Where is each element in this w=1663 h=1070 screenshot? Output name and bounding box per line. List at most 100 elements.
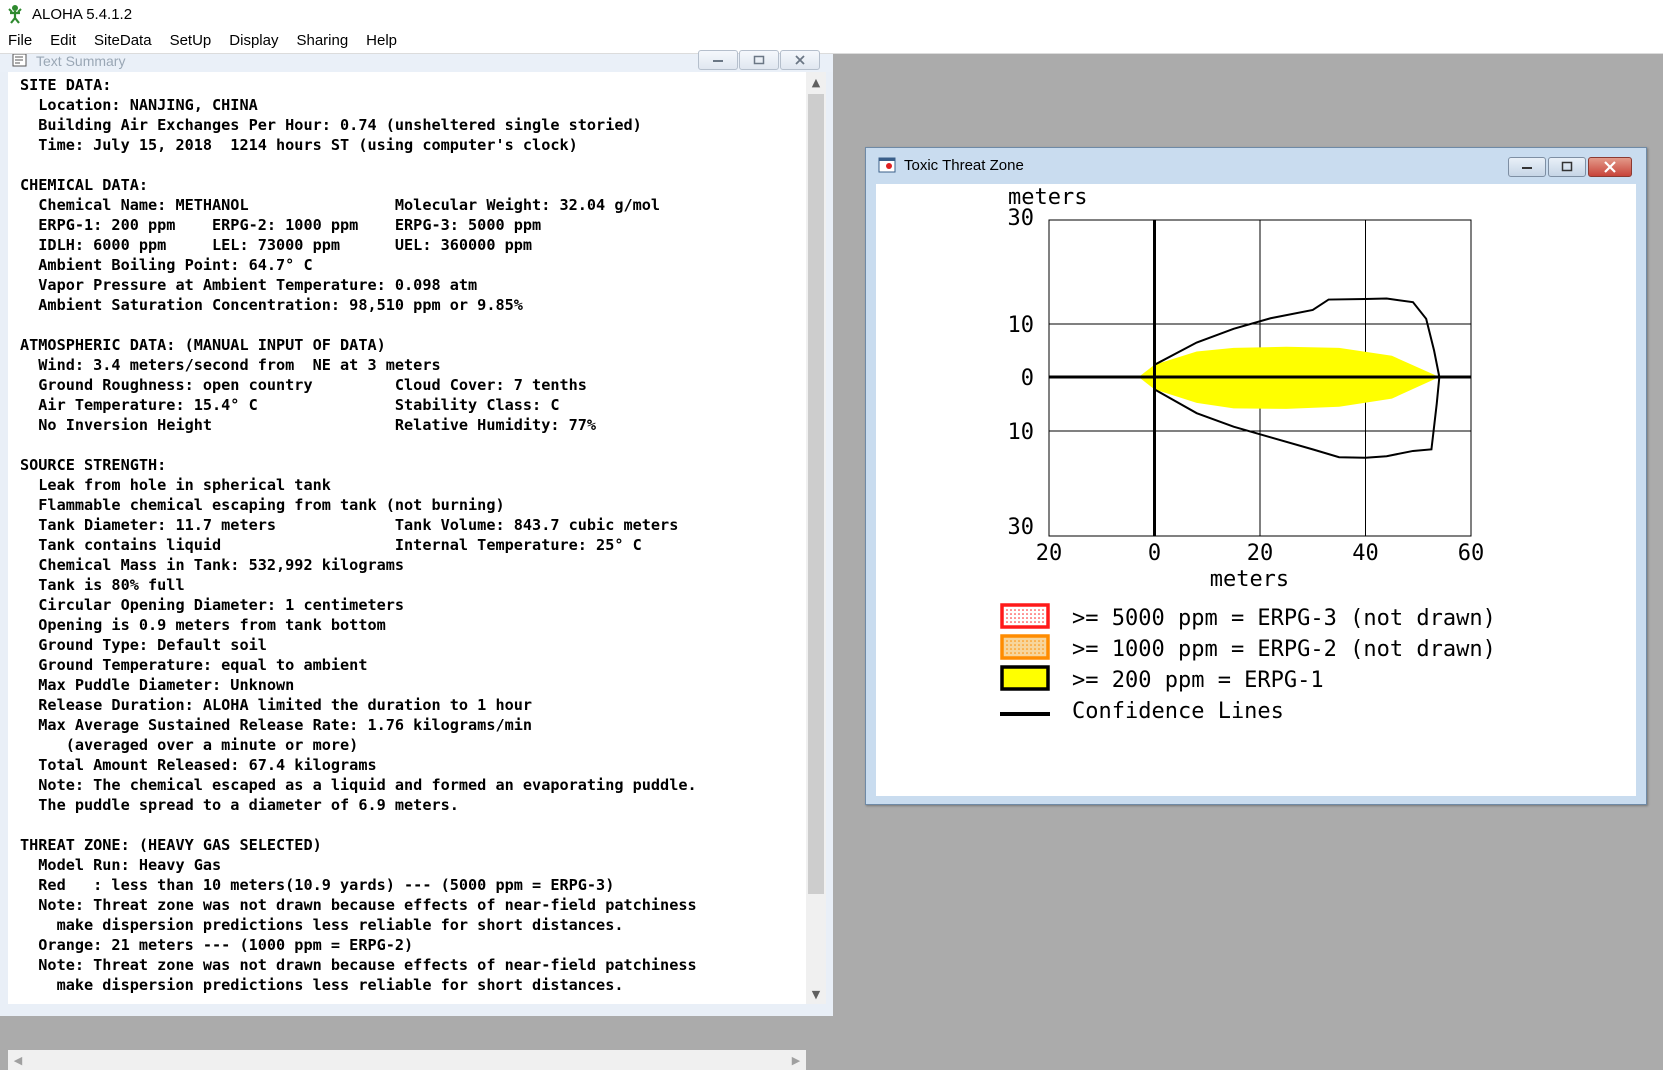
threat-close-button[interactable] bbox=[1588, 157, 1632, 177]
maximize-icon bbox=[753, 55, 765, 65]
legend-swatch-dot bbox=[1030, 648, 1032, 650]
scroll-down-arrow-icon[interactable]: ▼ bbox=[806, 984, 826, 1004]
y-tick-label: 10 bbox=[1008, 420, 1035, 445]
y-tick-label: 30 bbox=[1008, 206, 1035, 231]
legend-swatch-dot bbox=[1034, 648, 1036, 650]
scroll-thumb[interactable] bbox=[808, 94, 824, 894]
minimize-icon bbox=[1522, 167, 1532, 169]
text-summary-titlebar[interactable]: Text Summary bbox=[0, 50, 833, 72]
legend-swatch-dot bbox=[1030, 640, 1032, 642]
close-button[interactable] bbox=[780, 50, 820, 70]
threat-zone-plot-area: meters 30 10 0 10 30 20 0 20 40 60 meters >= 5000 pp… bbox=[876, 184, 1636, 796]
menubar: File Edit SiteData SetUp Display Sharing… bbox=[0, 28, 1663, 54]
legend-swatch-dot bbox=[1038, 621, 1040, 623]
threat-minimize-button[interactable] bbox=[1508, 157, 1546, 177]
legend-swatch-dot bbox=[1038, 609, 1040, 611]
minimize-button[interactable] bbox=[698, 50, 738, 70]
legend-swatch-dot bbox=[1030, 613, 1032, 615]
x-tick-label: 20 bbox=[1036, 541, 1063, 566]
legend-swatch-dot bbox=[1030, 609, 1032, 611]
legend-swatch-dot bbox=[1042, 644, 1044, 646]
legend-swatch-dot bbox=[1042, 652, 1044, 654]
legend-swatch-dot bbox=[1026, 644, 1028, 646]
legend-swatch-dot bbox=[1034, 644, 1036, 646]
menu-file[interactable]: File bbox=[0, 29, 41, 53]
legend-swatch-dot bbox=[1034, 652, 1036, 654]
x-tick-label: 20 bbox=[1247, 541, 1274, 566]
legend-swatch-dot bbox=[1022, 617, 1024, 619]
x-tick-label: 0 bbox=[1148, 541, 1161, 566]
legend-swatch-dot bbox=[1018, 609, 1020, 611]
legend-swatch-dot bbox=[1022, 609, 1024, 611]
vertical-scrollbar[interactable]: ▲ ▼ bbox=[806, 72, 826, 1004]
legend-swatch-dot bbox=[1030, 621, 1032, 623]
legend-swatch-dot bbox=[1022, 640, 1024, 642]
menu-display[interactable]: Display bbox=[220, 29, 287, 53]
legend-swatch-dot bbox=[1038, 644, 1040, 646]
legend-swatch-dot bbox=[1014, 621, 1016, 623]
horizontal-scrollbar[interactable]: ◀ ▶ bbox=[8, 1050, 806, 1070]
text-summary-window: Text Summary SITE DATA: Location: NANJIN… bbox=[0, 50, 833, 1070]
menu-edit[interactable]: Edit bbox=[41, 29, 85, 53]
threat-maximize-button[interactable] bbox=[1548, 157, 1586, 177]
legend-swatch-dot bbox=[1018, 652, 1020, 654]
legend-swatch-dot bbox=[1026, 617, 1028, 619]
menu-setup[interactable]: SetUp bbox=[161, 29, 221, 53]
legend-swatch-dot bbox=[1026, 640, 1028, 642]
legend-swatch-dot bbox=[1006, 652, 1008, 654]
legend-swatch-dot bbox=[1010, 640, 1012, 642]
scroll-up-arrow-icon[interactable]: ▲ bbox=[806, 72, 826, 92]
legend-swatch-dot bbox=[1042, 648, 1044, 650]
legend-swatch-dot bbox=[1018, 640, 1020, 642]
close-icon bbox=[1604, 161, 1616, 173]
legend-label: >= 5000 ppm = ERPG-3 (not drawn) bbox=[1072, 606, 1496, 631]
maximize-icon bbox=[1561, 161, 1573, 172]
summary-text: SITE DATA: Location: NANJING, CHINA Buil… bbox=[20, 76, 697, 994]
y-tick-label: 10 bbox=[1008, 313, 1035, 338]
close-icon bbox=[795, 55, 805, 65]
legend-swatch-dot bbox=[1006, 640, 1008, 642]
legend-swatch-dot bbox=[1034, 621, 1036, 623]
legend-swatch-dot bbox=[1030, 617, 1032, 619]
text-summary-content[interactable]: SITE DATA: Location: NANJING, CHINA Buil… bbox=[8, 72, 806, 1004]
legend-swatch-dot bbox=[1010, 621, 1012, 623]
menu-sitedata[interactable]: SiteData bbox=[85, 29, 161, 53]
minimize-icon bbox=[713, 60, 723, 62]
legend-swatch-dot bbox=[1022, 613, 1024, 615]
legend-swatch-dot bbox=[1018, 617, 1020, 619]
legend-swatch-dot bbox=[1026, 613, 1028, 615]
legend-swatch-dot bbox=[1042, 621, 1044, 623]
legend-swatch-dot bbox=[1026, 621, 1028, 623]
legend-swatch-dot bbox=[1034, 617, 1036, 619]
threat-zone-icon bbox=[878, 157, 896, 173]
aloha-app-icon bbox=[4, 3, 26, 25]
x-tick-label: 60 bbox=[1458, 541, 1485, 566]
legend-swatch-dot bbox=[1010, 617, 1012, 619]
legend-swatch bbox=[1000, 603, 1050, 629]
maximize-button[interactable] bbox=[739, 50, 779, 70]
legend-swatch-dot bbox=[1014, 640, 1016, 642]
legend-swatch-dot bbox=[1018, 621, 1020, 623]
legend-swatch-dot bbox=[1006, 621, 1008, 623]
threat-zone-window: Toxic Threat Zone meters 30 10 0 10 30 20 0 20 40… bbox=[865, 147, 1647, 805]
legend-swatch-dot bbox=[1018, 648, 1020, 650]
legend-swatch-dot bbox=[1010, 652, 1012, 654]
legend-swatch-dot bbox=[1010, 644, 1012, 646]
legend-swatch-dot bbox=[1010, 613, 1012, 615]
legend-swatch-dot bbox=[1014, 644, 1016, 646]
legend-swatch-dot bbox=[1026, 609, 1028, 611]
scroll-right-arrow-icon[interactable]: ▶ bbox=[786, 1050, 806, 1070]
legend-swatch-dot bbox=[1010, 609, 1012, 611]
legend-swatch-dot bbox=[1014, 652, 1016, 654]
legend-swatch-dot bbox=[1042, 609, 1044, 611]
legend-swatch-dot bbox=[1038, 652, 1040, 654]
y-tick-label: 0 bbox=[1021, 366, 1034, 391]
menu-sharing[interactable]: Sharing bbox=[287, 29, 357, 53]
threat-zone-titlebar[interactable]: Toxic Threat Zone bbox=[866, 148, 1646, 182]
legend-label: >= 200 ppm = ERPG-1 bbox=[1072, 668, 1324, 693]
menu-help[interactable]: Help bbox=[357, 29, 406, 53]
legend-swatch-dot bbox=[1042, 640, 1044, 642]
legend-swatch-dot bbox=[1006, 648, 1008, 650]
legend-swatch-dot bbox=[1014, 613, 1016, 615]
scroll-left-arrow-icon[interactable]: ◀ bbox=[8, 1050, 28, 1070]
